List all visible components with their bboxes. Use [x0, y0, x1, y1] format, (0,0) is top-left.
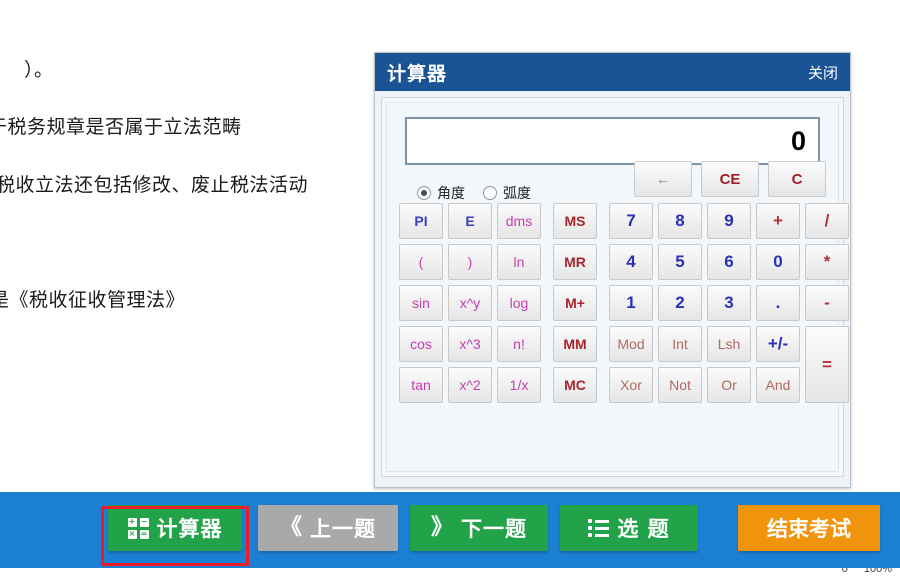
key-cos[interactable]: cos	[399, 326, 443, 362]
status-zoom-level[interactable]: 100%	[864, 568, 892, 575]
key-memory-add[interactable]: M+	[553, 285, 597, 321]
clear-entry-button[interactable]: CE	[701, 161, 759, 197]
status-bar-items: 0 100%	[842, 568, 892, 575]
key-left-paren[interactable]: (	[399, 244, 443, 280]
key-xor[interactable]: Xor	[609, 367, 653, 403]
function-key-grid: PI E dms ( ) ln sin x^y log cos x^3 n! t…	[399, 203, 541, 403]
calculator-title: 计算器	[387, 62, 448, 85]
keypad-area: PI E dms ( ) ln sin x^y log cos x^3 n! t…	[399, 203, 849, 403]
pick-question-button[interactable]: 选 题	[560, 505, 698, 551]
key-5[interactable]: 5	[658, 244, 702, 280]
end-exam-label: 结束考试	[767, 517, 851, 541]
key-factorial[interactable]: n!	[497, 326, 541, 362]
chevron-left-icon: 《	[279, 515, 302, 540]
key-7[interactable]: 7	[609, 203, 653, 239]
document-line: 税收立法还包括修改、废止税法活动	[0, 174, 309, 196]
calculator-icon: + − × =	[127, 517, 149, 539]
key-and[interactable]: And	[756, 367, 800, 403]
radio-dot-icon	[483, 186, 497, 200]
key-x-pow-y[interactable]: x^y	[448, 285, 492, 321]
key-decimal[interactable]: .	[756, 285, 800, 321]
key-x-cubed[interactable]: x^3	[448, 326, 492, 362]
app-root: ）。 于税务规章是否属于立法范畴 税收立法还包括修改、废止税法活动 是《税收征收…	[0, 0, 900, 576]
key-or[interactable]: Or	[707, 367, 751, 403]
key-2[interactable]: 2	[658, 285, 702, 321]
next-question-button[interactable]: 》 下一题	[410, 505, 548, 551]
key-equals[interactable]: =	[805, 326, 849, 403]
control-button-row: ← CE C	[634, 161, 826, 197]
key-multiply[interactable]: *	[805, 244, 849, 280]
key-memory-store[interactable]: MS	[553, 203, 597, 239]
key-memory-clear[interactable]: MC	[553, 367, 597, 403]
pick-question-label: 选 题	[617, 517, 670, 541]
key-plus[interactable]: +	[756, 203, 800, 239]
key-memory-recall[interactable]: MR	[553, 244, 597, 280]
previous-question-button[interactable]: 《 上一题	[258, 505, 398, 551]
key-divide[interactable]: /	[805, 203, 849, 239]
key-x-squared[interactable]: x^2	[448, 367, 492, 403]
key-minus[interactable]: -	[805, 285, 849, 321]
radio-dot-icon	[417, 186, 431, 200]
key-sign-toggle[interactable]: +/-	[756, 326, 800, 362]
key-not[interactable]: Not	[658, 367, 702, 403]
key-1[interactable]: 1	[609, 285, 653, 321]
calculator-window: 计算器 关闭 0 角度 弧度 ← CE C PI E dms () ln si…	[374, 52, 851, 488]
key-0[interactable]: 0	[756, 244, 800, 280]
key-log[interactable]: log	[497, 285, 541, 321]
radio-degrees[interactable]: 角度	[417, 183, 465, 203]
clear-button[interactable]: C	[768, 161, 826, 197]
list-icon	[588, 519, 610, 537]
close-button[interactable]: 关闭	[808, 62, 838, 83]
key-4[interactable]: 4	[609, 244, 653, 280]
key-6[interactable]: 6	[707, 244, 751, 280]
chevron-right-icon: 》	[430, 515, 453, 540]
radio-degrees-label: 角度	[437, 186, 465, 202]
status-page-count: 0	[841, 568, 848, 575]
exam-toolbar: + − × = 计算器 《 上一题 》 下一题 选 题 结束考试	[0, 492, 900, 568]
key-ln[interactable]: ln	[497, 244, 541, 280]
key-memory-mm[interactable]: MM	[553, 326, 597, 362]
key-3[interactable]: 3	[707, 285, 751, 321]
key-dms[interactable]: dms	[497, 203, 541, 239]
calculator-display[interactable]: 0	[405, 117, 820, 165]
document-line: 是《税收征收管理法》	[0, 289, 186, 311]
calculator-button-label: 计算器	[156, 517, 223, 541]
document-line: 于税务规章是否属于立法范畴	[0, 116, 242, 138]
calculator-body: 0 角度 弧度 ← CE C PI E dms () ln sin x^y l…	[386, 102, 849, 472]
key-e[interactable]: E	[448, 203, 492, 239]
key-9[interactable]: 9	[707, 203, 751, 239]
status-bar: 0 100%	[0, 568, 900, 576]
key-lsh[interactable]: Lsh	[707, 326, 751, 362]
numeric-key-grid: 7 8 9 + / 4 5 6 0 * 1 2 3 . - Mod Int Ls…	[609, 203, 849, 403]
key-8[interactable]: 8	[658, 203, 702, 239]
key-right-paren[interactable]: )	[448, 244, 492, 280]
key-int[interactable]: Int	[658, 326, 702, 362]
key-reciprocal[interactable]: 1/x	[497, 367, 541, 403]
radio-radians-label: 弧度	[503, 186, 531, 202]
calculator-button[interactable]: + − × = 计算器	[108, 505, 242, 551]
key-pi[interactable]: PI	[399, 203, 443, 239]
previous-question-label: 上一题	[310, 517, 376, 541]
calculator-body-outer: 0 角度 弧度 ← CE C PI E dms () ln sin x^y l…	[381, 97, 849, 477]
key-tan[interactable]: tan	[399, 367, 443, 403]
calculator-titlebar: 计算器 关闭	[375, 53, 850, 91]
memory-key-grid: MS MR M+ MM MC	[553, 203, 597, 403]
key-mod[interactable]: Mod	[609, 326, 653, 362]
key-sin[interactable]: sin	[399, 285, 443, 321]
next-question-label: 下一题	[461, 517, 527, 541]
backspace-button[interactable]: ←	[634, 161, 692, 197]
radio-radians[interactable]: 弧度	[483, 183, 531, 203]
end-exam-button[interactable]: 结束考试	[738, 505, 880, 551]
document-line: ）。	[24, 59, 54, 81]
